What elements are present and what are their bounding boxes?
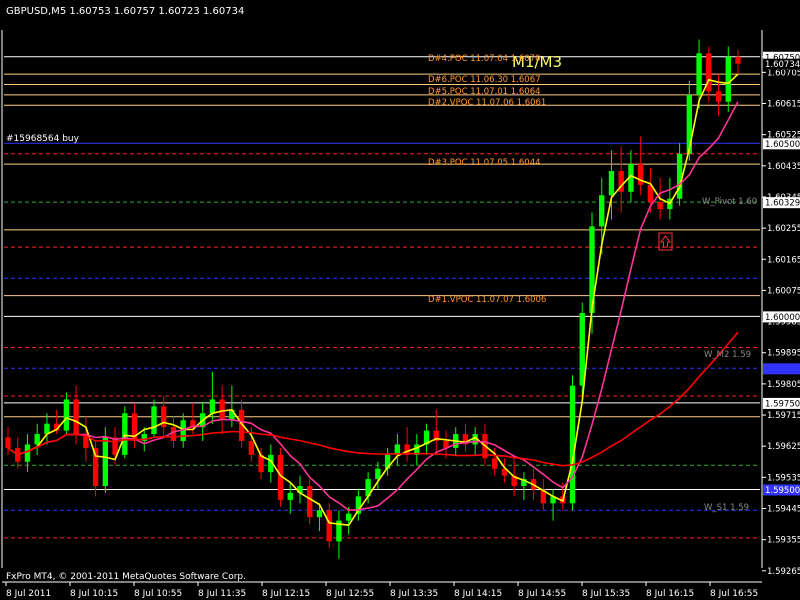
annotation-w-s1: W_S1 1.59	[704, 503, 749, 513]
candle-body	[112, 437, 118, 455]
candle-body	[63, 399, 70, 431]
candle-body	[34, 434, 40, 445]
price-tick-label: 1.59805	[767, 380, 800, 390]
candle-body	[686, 94, 693, 154]
candle-body	[151, 406, 157, 435]
time-tick-label: 8 Jul 11:35	[198, 589, 246, 599]
annotation-poc4: D#4.POC 11.07.04 1.6070	[428, 54, 541, 64]
candle-body	[122, 413, 128, 455]
time-tick-label: 8 Jul 15:35	[582, 589, 630, 599]
candle-body	[5, 437, 11, 448]
candle-body	[599, 195, 605, 227]
price-marker-label: 1.60000	[765, 313, 800, 323]
price-marker-label: 1.60329	[765, 199, 800, 209]
candle-body	[102, 437, 109, 486]
price-marker	[763, 363, 800, 375]
price-marker-label: 1.60500	[765, 140, 800, 150]
price-tick-label: 1.59355	[767, 536, 800, 546]
candle-body	[676, 153, 683, 199]
time-tick-label: 8 Jul 2011	[6, 589, 51, 599]
price-tick-label: 1.59445	[767, 505, 800, 515]
price-marker-label: 1.60734	[765, 60, 800, 70]
annotation-vpoc1: D#1.VPOC 11.07.07 1.6006	[428, 295, 546, 305]
price-tick-label: 1.59715	[767, 411, 800, 421]
annotation-vpoc2: D#2.VPOC 11.07.06 1.6061	[428, 98, 546, 108]
time-tick-label: 8 Jul 14:15	[454, 589, 502, 599]
candle-body	[715, 91, 722, 102]
candle-body	[569, 385, 576, 504]
candle-body	[219, 399, 225, 421]
candle-body	[696, 53, 702, 95]
candle-body	[209, 399, 216, 414]
price-tick-label: 1.60435	[767, 162, 800, 172]
candle-body	[287, 492, 293, 500]
price-tick-label: 1.60075	[767, 286, 800, 296]
time-tick-label: 8 Jul 14:55	[518, 589, 566, 599]
candle-body	[637, 164, 644, 185]
price-tick-label: 1.59895	[767, 349, 800, 359]
price-tick-label: 1.59535	[767, 473, 800, 483]
symbol-header: GBPUSD,M5 1.60753 1.60757 1.60723 1.6073…	[6, 6, 244, 17]
price-marker-label: 1.59500	[765, 486, 800, 496]
annotation-poc3: D#3.POC 11.07.05 1.6044	[428, 158, 541, 168]
candle-body	[608, 171, 615, 196]
price-tick-label: 1.59265	[767, 567, 800, 577]
annotation-w-m2: W_M2 1.59	[704, 350, 751, 360]
candle-body	[307, 486, 313, 518]
price-marker-label: 1.59750	[765, 399, 800, 409]
price-chart[interactable]: 1.607501.607051.606151.605251.604351.603…	[0, 0, 800, 600]
annotation-poc6: D#6.POC 11.06.30 1.6067	[428, 75, 541, 85]
footer-copyright: FxPro MT4, © 2001-2011 MetaQuotes Softwa…	[6, 572, 246, 582]
candle-body	[248, 441, 255, 455]
candle-body	[725, 56, 731, 102]
time-tick-label: 8 Jul 12:15	[262, 589, 310, 599]
candle-body	[491, 458, 498, 469]
annotation-w-pivot: W_Pivot 1.60	[702, 197, 757, 207]
time-tick-label: 8 Jul 10:15	[70, 589, 118, 599]
time-tick-label: 8 Jul 16:55	[710, 589, 758, 599]
candle-body	[24, 444, 31, 462]
price-tick-label: 1.60255	[767, 224, 800, 234]
candle-body	[345, 513, 352, 521]
time-tick-label: 8 Jul 12:55	[326, 589, 374, 599]
candle-body	[170, 427, 177, 441]
price-tick-label: 1.59625	[767, 442, 800, 452]
annotation-poc5: D#5.POC 11.07.01 1.6064	[428, 87, 541, 97]
time-tick-label: 8 Jul 16:15	[646, 589, 694, 599]
time-tick-label: 8 Jul 13:35	[390, 589, 438, 599]
order-label: #15968564 buy	[6, 134, 80, 144]
price-tick-label: 1.60165	[767, 255, 800, 265]
time-tick-label: 8 Jul 10:55	[134, 589, 182, 599]
chart-background	[0, 0, 800, 600]
price-tick-label: 1.60615	[767, 100, 800, 110]
candle-body	[73, 399, 79, 435]
candle-body	[326, 510, 332, 542]
candle-body	[735, 56, 741, 64]
candle-body	[316, 510, 323, 518]
candle-body	[579, 312, 585, 386]
candle-body	[657, 202, 663, 210]
